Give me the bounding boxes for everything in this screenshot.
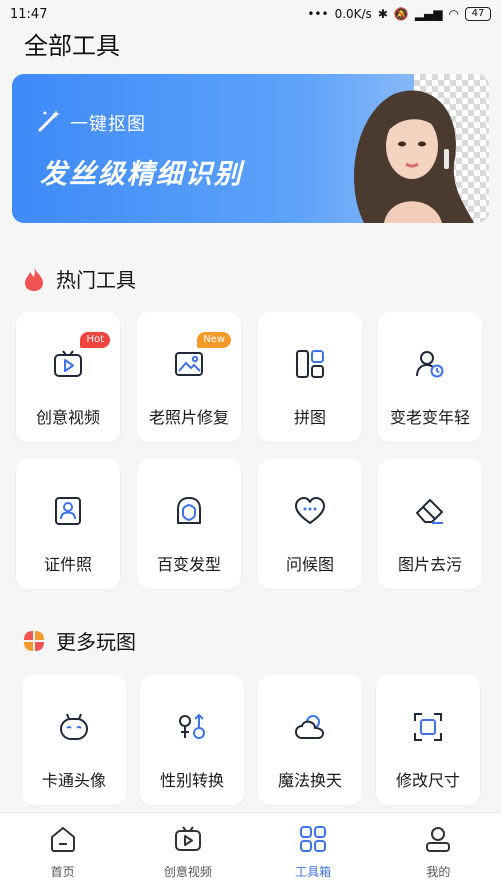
tool-card-gender-swap[interactable]: 性别转换 — [140, 675, 244, 805]
video-icon — [174, 826, 201, 851]
tool-label: 修改尺寸 — [395, 771, 460, 790]
tab-label: 工具箱 — [295, 865, 332, 879]
tab-label: 首页 — [50, 865, 75, 879]
tool-label: 拼图 — [293, 408, 326, 427]
clover-icon — [24, 630, 44, 651]
grid-icon — [300, 826, 327, 852]
tab-label: 我的 — [426, 865, 451, 879]
tool-card-collage[interactable]: 拼图 — [258, 312, 362, 442]
tool-label: 性别转换 — [159, 771, 224, 790]
tool-card-cartoon-avatar[interactable]: 卡通头像 — [22, 675, 126, 805]
bluetooth-icon: ✱ — [377, 7, 388, 21]
banner-cutout[interactable] — [12, 74, 489, 223]
more-dots-icon: ••• — [307, 7, 329, 21]
portrait-image — [354, 74, 489, 223]
banner-title: 发丝级精细识别 — [40, 159, 243, 190]
resize-icon — [414, 713, 442, 741]
tab-toolbox[interactable]: 工具箱 — [251, 813, 376, 888]
photo-icon — [175, 352, 203, 376]
tool-card-creative-video[interactable]: Hot 创意视频 — [16, 312, 120, 442]
section-hot-header: 热门工具 — [22, 264, 136, 293]
signal-icon: ▂▄▆ — [414, 7, 443, 21]
banner-subtitle: 一键抠图 — [70, 114, 146, 135]
tab-profile[interactable]: 我的 — [376, 813, 501, 888]
tool-label: 百变发型 — [156, 555, 221, 574]
tab-home[interactable]: 首页 — [0, 813, 125, 888]
gender-icon — [179, 713, 205, 739]
heart-icon — [295, 497, 325, 524]
id-photo-icon — [55, 497, 81, 525]
tool-card-age-change[interactable]: 变老变年轻 — [378, 312, 482, 442]
collage-icon — [296, 350, 324, 378]
tool-label: 问候图 — [285, 555, 334, 574]
user-icon — [426, 827, 451, 852]
tool-card-resize[interactable]: 修改尺寸 — [376, 675, 480, 805]
bottom-tab-bar: 首页 创意视频 工具箱 我的 — [0, 812, 501, 888]
new-badge: New — [197, 332, 231, 348]
tool-label: 变老变年轻 — [389, 408, 470, 427]
tool-card-id-photo[interactable]: 证件照 — [16, 459, 120, 589]
section-more-title: 更多玩图 — [56, 630, 136, 654]
tool-card-stain-removal[interactable]: 图片去污 — [378, 459, 482, 589]
tool-card-hairstyle[interactable]: 百变发型 — [137, 459, 241, 589]
wifi-icon: ◠ — [448, 7, 459, 21]
tool-label: 老照片修复 — [148, 408, 229, 427]
tab-label: 创意视频 — [163, 865, 212, 879]
tool-card-magic-sky[interactable]: 魔法换天 — [258, 675, 362, 805]
tool-label: 创意视频 — [35, 408, 100, 427]
tab-creative-video[interactable]: 创意视频 — [125, 813, 250, 888]
cartoon-icon — [60, 713, 88, 740]
status-bar: 11:47 ••• 0.0K/s ✱ 🔕 ▂▄▆ ◠ 47 — [0, 0, 501, 28]
section-hot-title: 热门工具 — [56, 268, 136, 292]
network-speed: 0.0K/s — [334, 7, 372, 21]
battery-indicator: 47 — [465, 7, 491, 21]
tool-label: 证件照 — [43, 555, 92, 574]
fire-icon — [25, 266, 43, 291]
magic-wand-icon — [38, 110, 60, 132]
status-icons: ••• 0.0K/s ✱ 🔕 ▂▄▆ ◠ 47 — [307, 7, 491, 21]
tool-label: 魔法换天 — [277, 771, 342, 790]
eraser-icon — [416, 499, 443, 524]
section-more-header: 更多玩图 — [22, 626, 136, 655]
video-icon — [54, 350, 82, 377]
status-time: 11:47 — [10, 6, 48, 22]
tool-label: 图片去污 — [397, 555, 462, 574]
mute-icon: 🔕 — [393, 7, 409, 21]
weather-icon — [295, 715, 324, 739]
tool-card-greeting[interactable]: 问候图 — [258, 459, 362, 589]
home-icon — [50, 827, 75, 852]
age-icon — [416, 351, 444, 378]
tool-label: 卡通头像 — [41, 771, 106, 790]
page-title: 全部工具 — [24, 32, 120, 60]
hairstyle-icon — [177, 497, 201, 524]
tool-card-old-photo-restore[interactable]: New 老照片修复 — [137, 312, 241, 442]
hot-badge: Hot — [80, 332, 110, 348]
